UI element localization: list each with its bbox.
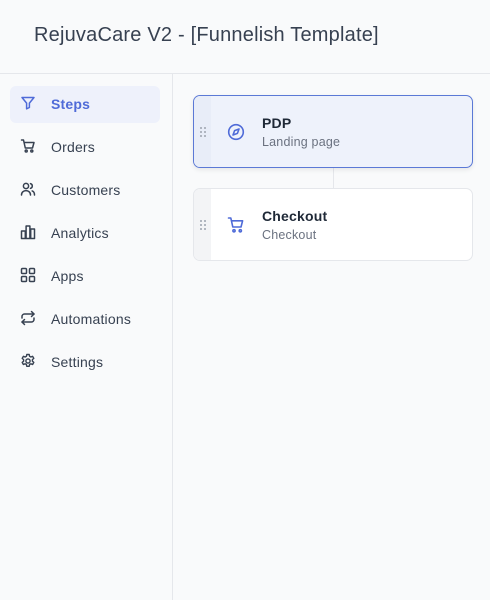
step-name: Checkout: [262, 208, 328, 224]
step-type: Landing page: [262, 135, 341, 149]
sidebar-item-label: Automations: [51, 311, 132, 327]
sidebar-item-apps[interactable]: Apps: [10, 258, 160, 295]
drag-handle-icon[interactable]: [194, 96, 211, 167]
sidebar-item-label: Orders: [51, 139, 95, 155]
top-bar: RejuvaCare V2 - [Funnelish Template]: [0, 0, 490, 74]
step-connector: [333, 167, 334, 188]
compass-icon: [227, 123, 245, 141]
step-type: Checkout: [262, 228, 317, 242]
cart-icon: [20, 138, 36, 154]
sidebar-item-analytics[interactable]: Analytics: [10, 215, 160, 252]
sidebar-item-label: Apps: [51, 268, 84, 284]
sidebar-item-label: Steps: [51, 96, 91, 112]
sidebar-item-settings[interactable]: Settings: [10, 344, 160, 381]
gear-icon: [20, 353, 36, 369]
sidebar-item-automations[interactable]: Automations: [10, 301, 160, 338]
sidebar: Steps Orders Customers Analytics Apps Au…: [0, 74, 173, 600]
drag-handle-icon[interactable]: [194, 189, 211, 260]
repeat-icon: [20, 310, 36, 326]
grid-icon: [20, 267, 36, 283]
sidebar-item-label: Customers: [51, 182, 121, 198]
bar-chart-icon: [20, 224, 36, 240]
sidebar-item-customers[interactable]: Customers: [10, 172, 160, 209]
page-title: RejuvaCare V2 - [Funnelish Template]: [34, 24, 379, 46]
step-card-checkout[interactable]: Checkout Checkout: [193, 188, 473, 261]
filter-icon: [20, 95, 36, 111]
step-card-pdp[interactable]: PDP Landing page: [193, 95, 473, 168]
sidebar-item-label: Analytics: [51, 225, 109, 241]
cart-icon: [227, 216, 245, 234]
sidebar-item-steps[interactable]: Steps: [10, 86, 160, 123]
sidebar-item-orders[interactable]: Orders: [10, 129, 160, 166]
users-icon: [20, 181, 36, 197]
sidebar-item-label: Settings: [51, 354, 104, 370]
step-name: PDP: [262, 115, 292, 131]
